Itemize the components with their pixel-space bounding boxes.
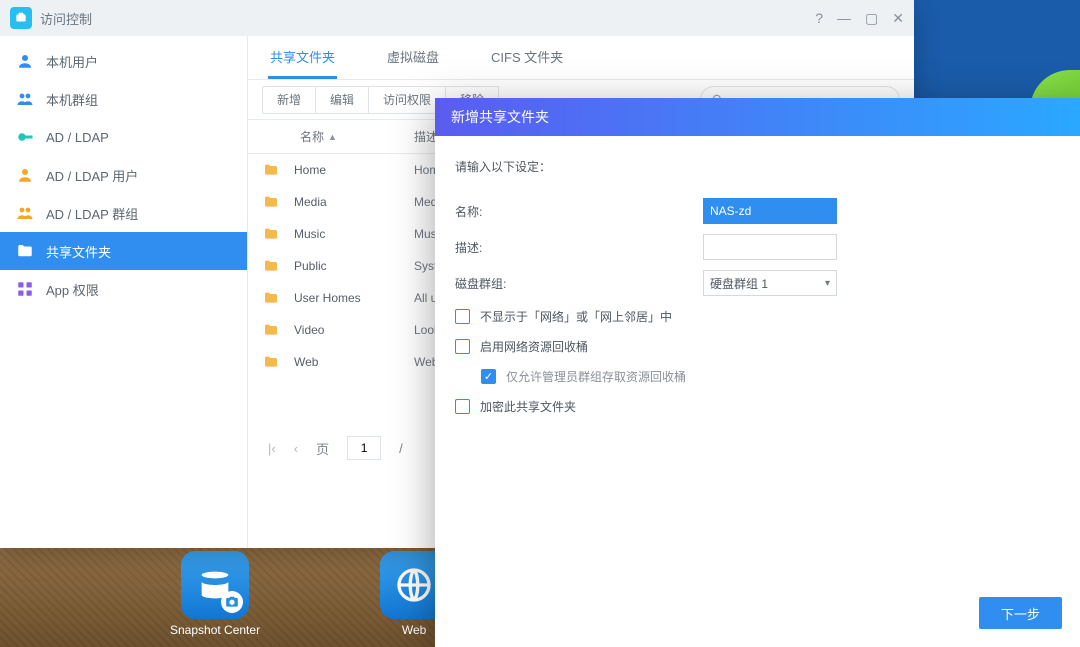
pagination: |‹ ‹ 页 / — [268, 428, 403, 468]
sidebar-item-label: AD / LDAP — [46, 130, 109, 145]
row-name: Media — [294, 195, 414, 209]
sidebar-item-3[interactable]: AD / LDAP 用户 — [0, 156, 247, 194]
sidebar-item-label: AD / LDAP 用户 — [46, 166, 138, 185]
titlebar[interactable]: 访问控制 ? — ▢ ✕ — [0, 0, 914, 36]
sidebar-item-1[interactable]: 本机群组 — [0, 80, 247, 118]
snapshot-icon — [181, 551, 249, 619]
window-controls: ? — ▢ ✕ — [815, 10, 904, 27]
row-name: Home — [294, 163, 414, 177]
dock-label: Web — [402, 623, 426, 637]
sidebar-item-label: AD / LDAP 群组 — [46, 204, 138, 223]
folder-icon — [248, 226, 294, 242]
page-prev[interactable]: ‹ — [294, 441, 298, 456]
folder-icon — [248, 194, 294, 210]
row-name: Music — [294, 227, 414, 241]
user-icon — [16, 166, 34, 184]
app-icon — [10, 7, 32, 29]
tabs: 共享文件夹 虚拟磁盘 CIFS 文件夹 — [248, 36, 914, 80]
sidebar-item-4[interactable]: AD / LDAP 群组 — [0, 194, 247, 232]
dock-label: Snapshot Center — [170, 623, 260, 637]
checkbox[interactable] — [455, 309, 470, 324]
page-input[interactable] — [347, 436, 381, 460]
folder-icon — [248, 162, 294, 178]
checkbox[interactable] — [455, 339, 470, 354]
tab-0[interactable]: 共享文件夹 — [268, 47, 337, 79]
add-button[interactable]: 新增 — [262, 86, 316, 114]
page-label: 页 — [316, 439, 329, 458]
key-icon — [16, 128, 34, 146]
group-value: 硬盘群组 1 — [710, 275, 768, 292]
modal-body: 请输入以下设定： 名称: 描述: 磁盘群组: 硬盘群组 1 ▾ 不显示于「网络」… — [435, 136, 1080, 583]
modal-intro: 请输入以下设定： — [455, 158, 1060, 175]
modal-title[interactable]: 新增共享文件夹 — [435, 98, 1080, 136]
chevron-down-icon: ▾ — [825, 278, 830, 289]
tab-1[interactable]: 虚拟磁盘 — [385, 47, 441, 79]
help-button[interactable]: ? — [815, 10, 823, 27]
close-button[interactable]: ✕ — [892, 10, 904, 27]
name-label: 名称: — [455, 203, 703, 220]
desc-input[interactable] — [703, 234, 837, 260]
modal-footer: 下一步 — [435, 583, 1080, 647]
group-label: 磁盘群组: — [455, 275, 703, 292]
group-icon — [16, 90, 34, 108]
page-sep: / — [399, 441, 403, 456]
new-shared-folder-modal: 新增共享文件夹 请输入以下设定： 名称: 描述: 磁盘群组: 硬盘群组 1 ▾ … — [435, 98, 1080, 647]
check-recycle-admin[interactable]: 仅允许管理员群组存取资源回收桶 — [455, 361, 1060, 391]
camera-badge-icon — [221, 591, 243, 613]
dock-item-snapshot[interactable]: Snapshot Center — [170, 551, 260, 637]
folder-icon — [248, 290, 294, 306]
apps-icon — [16, 280, 34, 298]
edit-button[interactable]: 编辑 — [316, 86, 369, 114]
sidebar-item-5[interactable]: 共享文件夹 — [0, 232, 247, 270]
check-encrypt[interactable]: 加密此共享文件夹 — [455, 391, 1060, 421]
sidebar-item-2[interactable]: AD / LDAP — [0, 118, 247, 156]
group-icon — [16, 204, 34, 222]
group-select[interactable]: 硬盘群组 1 ▾ — [703, 270, 837, 296]
window-title: 访问控制 — [40, 9, 92, 28]
folder-icon — [248, 354, 294, 370]
tab-2[interactable]: CIFS 文件夹 — [489, 47, 565, 79]
check-hide-network[interactable]: 不显示于「网络」或「网上邻居」中 — [455, 301, 1060, 331]
sidebar-item-label: 本机群组 — [46, 90, 98, 109]
dock: Snapshot Center Web — [170, 551, 448, 637]
minimize-button[interactable]: — — [837, 10, 851, 27]
row-name: Video — [294, 323, 414, 337]
sidebar-item-label: App 权限 — [46, 280, 99, 299]
next-button[interactable]: 下一步 — [979, 597, 1062, 629]
sort-asc-icon: ▲ — [328, 132, 337, 142]
desc-label: 描述: — [455, 239, 703, 256]
row-name: Web — [294, 355, 414, 369]
user-icon — [16, 52, 34, 70]
sidebar-item-6[interactable]: App 权限 — [0, 270, 247, 308]
sidebar-item-label: 本机用户 — [46, 52, 98, 71]
sidebar-item-0[interactable]: 本机用户 — [0, 42, 247, 80]
folder-icon — [248, 322, 294, 338]
sidebar: 本机用户本机群组 AD / LDAP AD / LDAP 用户 AD / LDAP 群… — [0, 36, 248, 548]
checkbox-checked[interactable] — [481, 369, 496, 384]
check-recycle[interactable]: 启用网络资源回收桶 — [455, 331, 1060, 361]
checkbox[interactable] — [455, 399, 470, 414]
page-first[interactable]: |‹ — [268, 441, 276, 456]
row-name: Public — [294, 259, 414, 273]
col-name[interactable]: 名称▲ — [294, 128, 414, 145]
maximize-button[interactable]: ▢ — [865, 10, 878, 27]
name-input[interactable] — [703, 198, 837, 224]
folder-icon — [16, 242, 34, 260]
folder-icon — [248, 258, 294, 274]
sidebar-item-label: 共享文件夹 — [46, 242, 111, 261]
row-name: User Homes — [294, 291, 414, 305]
